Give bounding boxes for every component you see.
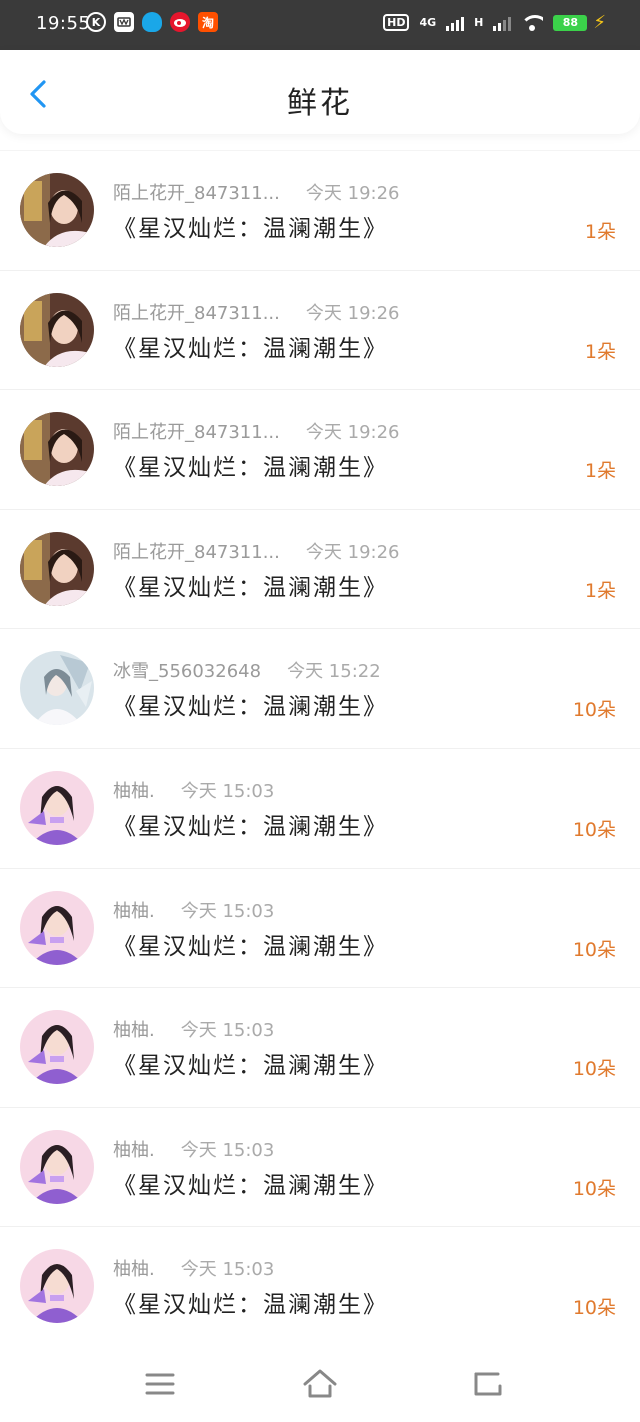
timestamp-label: 今天 15:22 (287, 661, 381, 683)
username-label: 陌上花开_847311... (113, 183, 280, 204)
flower-count: 1朵 (584, 221, 616, 243)
k-app-icon: K (86, 12, 106, 32)
avatar[interactable] (20, 651, 94, 726)
charging-bolt-icon: ⚡ (593, 12, 606, 33)
list-item[interactable]: 陌上花开_847311... 今天 19:26 《星汉灿烂：温澜潮生》 1朵 (0, 508, 640, 629)
avatar[interactable] (20, 173, 94, 247)
list-item[interactable]: 柚柚. 今天 15:03 《星汉灿烂：温澜潮生》 10朵 (0, 1226, 640, 1346)
system-indicators: HD 4G H 88 ⚡ (383, 12, 606, 33)
record-meta: 柚柚. 今天 15:03 (113, 1255, 274, 1281)
timestamp-label: 今天 19:26 (305, 422, 400, 444)
username-label: 柚柚. (113, 900, 155, 922)
page-header: 鲜花 (0, 50, 640, 134)
home-icon (303, 1369, 337, 1398)
timestamp-label: 今天 15:03 (180, 1020, 275, 1042)
avatar[interactable] (20, 1249, 94, 1324)
network-h-label: H (474, 16, 484, 29)
signal-bars-secondary-icon (493, 15, 512, 31)
battery-indicator: 88 (553, 14, 588, 31)
username-label: 陌上花开_847311... (113, 302, 280, 324)
record-meta: 冰雪_556032648 今天 15:22 (113, 657, 381, 683)
flower-count: 10朵 (572, 1058, 616, 1081)
username-label: 陌上花开_847311... (113, 541, 280, 563)
record-meta: 柚柚. 今天 15:03 (113, 1136, 274, 1162)
taobao-icon: 淘 (198, 12, 218, 32)
timestamp-label: 今天 15:03 (180, 900, 275, 922)
network-4g-label: 4G (419, 16, 437, 29)
system-nav-bar (0, 1346, 640, 1422)
avatar[interactable] (20, 890, 94, 965)
list-item[interactable]: 柚柚. 今天 15:03 《星汉灿烂：温澜潮生》 10朵 (0, 867, 640, 988)
timestamp-label: 今天 19:26 (305, 302, 400, 324)
list-item[interactable]: 柚柚. 今天 15:03 《星汉灿烂：温澜潮生》 10朵 (0, 747, 640, 868)
avatar[interactable] (20, 292, 94, 367)
record-meta: 柚柚. 今天 15:03 (113, 1016, 274, 1042)
record-meta: 柚柚. 今天 15:03 (113, 897, 274, 923)
status-time: 19:55 (36, 13, 91, 34)
timestamp-label: 今天 15:03 (180, 1139, 275, 1161)
record-meta: 陌上花开_847311... 今天 19:26 (113, 538, 400, 564)
weibo-icon (170, 12, 190, 32)
list-item[interactable]: 陌上花开_847311... 今天 19:26 《星汉灿烂：温澜潮生》 1朵 (0, 389, 640, 509)
avatar[interactable] (20, 1010, 94, 1085)
menu-icon (145, 1373, 175, 1395)
wifi-icon (521, 14, 544, 31)
avatar[interactable] (20, 412, 94, 487)
status-bar: 19:55 K 淘 HD 4G H 88 ⚡ (0, 0, 640, 50)
list-item[interactable]: 冰雪_556032648 今天 15:22 《星汉灿烂：温澜潮生》 10朵 (0, 628, 640, 748)
username-label: 柚柚. (113, 1259, 155, 1281)
list-item[interactable]: 陌上花开_847311... 今天 19:26 《星汉灿烂：温澜潮生》 1朵 (0, 269, 640, 390)
signal-bars-icon (446, 15, 465, 31)
book-title: 《星汉灿烂：温澜潮生》 (113, 933, 388, 960)
menu-button[interactable] (140, 1366, 180, 1402)
timestamp-label: 今天 19:26 (305, 183, 400, 204)
timestamp-label: 今天 15:03 (180, 780, 275, 802)
username-label: 冰雪_556032648 (113, 661, 262, 683)
back-icon (474, 1372, 502, 1396)
page-title: 鲜花 (287, 86, 353, 121)
list-item[interactable]: 陌上花开_847311... 今天 19:26 《星汉灿烂：温澜潮生》 1朵 (0, 150, 640, 270)
list-item[interactable]: 柚柚. 今天 15:03 《星汉灿烂：温澜潮生》 10朵 (0, 987, 640, 1107)
username-label: 陌上花开_847311... (113, 422, 280, 444)
timestamp-label: 今天 19:26 (305, 541, 400, 563)
book-title: 《星汉灿烂：温澜潮生》 (113, 216, 388, 242)
hd-indicator: HD (383, 14, 410, 31)
record-meta: 柚柚. 今天 15:03 (113, 777, 274, 803)
book-title: 《星汉灿烂：温澜潮生》 (113, 455, 388, 482)
record-meta: 陌上花开_847311... 今天 19:26 (113, 179, 400, 205)
flower-count: 10朵 (572, 818, 616, 841)
avatar[interactable] (20, 531, 94, 606)
qq-icon (142, 12, 162, 32)
avatar[interactable] (20, 770, 94, 845)
book-title: 《星汉灿烂：温澜潮生》 (113, 1053, 388, 1080)
flower-count: 10朵 (572, 1297, 616, 1320)
flower-count: 1朵 (584, 340, 616, 363)
timestamp-label: 今天 15:03 (180, 1259, 275, 1281)
wechat-icon (114, 12, 134, 32)
book-title: 《星汉灿烂：温澜潮生》 (113, 335, 388, 362)
flower-count: 10朵 (572, 938, 616, 961)
username-label: 柚柚. (113, 1020, 155, 1042)
record-meta: 陌上花开_847311... 今天 19:26 (113, 299, 400, 325)
record-meta: 陌上花开_847311... 今天 19:26 (113, 418, 400, 444)
flower-count: 1朵 (584, 579, 616, 602)
flower-count: 10朵 (572, 699, 616, 722)
flower-count: 10朵 (572, 1177, 616, 1200)
flower-record-list: 陌上花开_847311... 今天 19:26 《星汉灿烂：温澜潮生》 1朵 陌上花开_… (0, 150, 640, 1346)
book-title: 《星汉灿烂：温澜潮生》 (113, 1172, 388, 1199)
book-title: 《星汉灿烂：温澜潮生》 (113, 813, 388, 840)
book-title: 《星汉灿烂：温澜潮生》 (113, 1292, 388, 1319)
username-label: 柚柚. (113, 780, 155, 802)
avatar[interactable] (20, 1129, 94, 1204)
flower-count: 1朵 (584, 460, 616, 483)
book-title: 《星汉灿烂：温澜潮生》 (113, 574, 388, 601)
home-button[interactable] (300, 1366, 340, 1402)
list-item[interactable]: 柚柚. 今天 15:03 《星汉灿烂：温澜潮生》 10朵 (0, 1106, 640, 1227)
notification-icons: K 淘 (86, 12, 218, 32)
username-label: 柚柚. (113, 1139, 155, 1161)
book-title: 《星汉灿烂：温澜潮生》 (113, 694, 388, 721)
system-back-button[interactable] (468, 1366, 508, 1402)
